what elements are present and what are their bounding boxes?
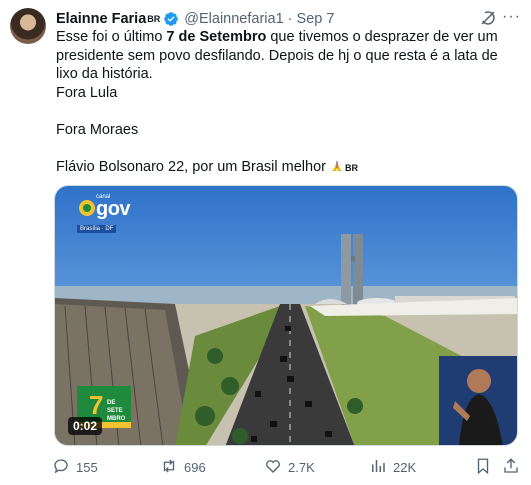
svg-text:7: 7 — [89, 390, 103, 420]
video-frame: 7 DE SETE MBRO — [55, 186, 517, 445]
action-bar: 155 696 2.7K 22K — [52, 457, 522, 477]
bookmark-icon — [474, 457, 492, 478]
repost-count: 696 — [184, 460, 206, 475]
post-line-fora-lula: Fora Lula — [56, 84, 118, 101]
views-button[interactable]: 22K — [369, 457, 416, 478]
heart-icon — [264, 457, 282, 478]
post-bold-text: 7 de Setembro — [166, 29, 267, 45]
like-count: 2.7K — [288, 460, 315, 475]
bookmark-button[interactable] — [474, 457, 492, 478]
grok-icon[interactable] — [479, 9, 497, 27]
like-button[interactable]: 2.7K — [264, 457, 315, 478]
author-handle[interactable]: @Elainnefaria1 — [184, 11, 283, 27]
post-date[interactable]: Sep 7 — [297, 11, 335, 27]
channel-logo: gov — [96, 198, 131, 220]
reply-button[interactable]: 155 — [52, 457, 98, 478]
views-icon — [369, 457, 387, 478]
svg-text:MBRO: MBRO — [107, 416, 126, 422]
reply-icon — [52, 457, 70, 478]
repost-icon — [160, 457, 178, 478]
more-icon[interactable]: ··· — [502, 8, 521, 26]
author-name-suffix: BR — [147, 14, 161, 24]
views-count: 22K — [393, 460, 417, 475]
author-name[interactable]: Elainne Faria — [56, 11, 146, 27]
svg-text:SETE: SETE — [107, 408, 123, 414]
video-duration: 0:02 — [68, 417, 103, 435]
reply-count: 155 — [76, 460, 98, 475]
praying-hands-icon — [330, 159, 344, 171]
video-player[interactable]: 7 DE SETE MBRO — [54, 185, 518, 446]
svg-text:DE: DE — [107, 400, 115, 406]
post-text: Esse foi o último 7 de Setembro que tive… — [56, 28, 520, 177]
channel-location: Brasília · DF — [77, 225, 117, 233]
post-line-flavio: Flávio Bolsonaro 22, por um Brasil melho… — [56, 158, 359, 175]
share-button[interactable] — [502, 457, 520, 478]
post-paragraph-1: Esse foi o último 7 de Setembro que tive… — [56, 29, 498, 82]
tweet-header: Elainne Faria BR @Elainnefaria1 · Sep 7 — [56, 9, 521, 29]
repost-button[interactable]: 696 — [160, 457, 206, 478]
avatar[interactable] — [10, 8, 46, 44]
share-icon — [502, 457, 520, 478]
separator-dot: · — [287, 11, 293, 27]
post-line-fora-moraes: Fora Moraes — [56, 121, 139, 138]
verified-badge-icon — [163, 11, 179, 27]
